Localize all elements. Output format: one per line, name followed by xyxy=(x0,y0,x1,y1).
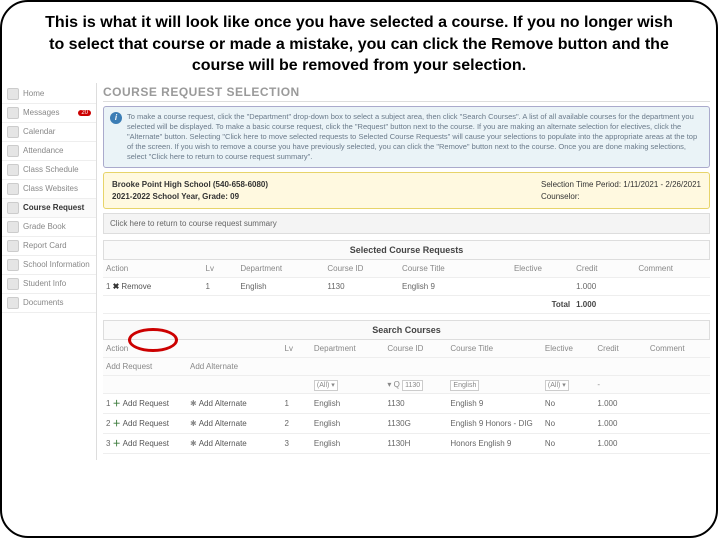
sidebar-item-label: Home xyxy=(23,89,44,98)
sidebar-item-class-schedule[interactable]: Class Schedule xyxy=(2,161,96,180)
col-course_title: Course Title xyxy=(399,260,511,278)
sidebar-item-messages[interactable]: Messages 20 xyxy=(2,104,96,123)
sidebar-icon xyxy=(7,278,19,290)
sidebar-item-student-info[interactable]: Student Info xyxy=(2,275,96,294)
counselor-label: Counselor: xyxy=(541,191,701,202)
star-icon: ✱ xyxy=(190,399,197,408)
return-summary-link[interactable]: Click here to return to course request s… xyxy=(103,213,710,234)
sidebar-item-report-card[interactable]: Report Card xyxy=(2,237,96,256)
sidebar-item-label: Documents xyxy=(23,298,63,307)
col-action: Action xyxy=(103,340,282,358)
add-alternate-button[interactable]: ✱Add Alternate xyxy=(190,439,247,448)
sidebar-item-school-information[interactable]: School Information xyxy=(2,256,96,275)
table-row: 2 ＋Add Request✱Add Alternate2English1130… xyxy=(103,413,710,433)
sidebar-item-calendar[interactable]: Calendar xyxy=(2,123,96,142)
sidebar-item-label: Class Schedule xyxy=(23,165,79,174)
col-department: Department xyxy=(237,260,324,278)
plus-icon: ＋ xyxy=(113,398,121,409)
plus-icon: ＋ xyxy=(113,438,121,449)
col-course_title: Course Title xyxy=(447,340,542,358)
col-comment: Comment xyxy=(635,260,710,278)
star-icon: ✱ xyxy=(190,439,197,448)
total-row: Total1.000 xyxy=(103,295,710,313)
col-comment: Comment xyxy=(647,340,710,358)
sidebar-item-label: Student Info xyxy=(23,279,66,288)
sidebar-icon xyxy=(7,164,19,176)
sidebar-item-label: Attendance xyxy=(23,146,63,155)
add-request-button[interactable]: ＋Add Request xyxy=(113,438,169,449)
sidebar-icon xyxy=(7,145,19,157)
filter-cid-sym[interactable]: ▾ Q xyxy=(387,380,399,389)
table-row: 1 ✖Remove1English1130English 91.000 xyxy=(103,277,710,295)
col-elective: Elective xyxy=(511,260,573,278)
filter-course-id[interactable]: 1130 xyxy=(402,380,423,391)
sidebar-icon xyxy=(7,297,19,309)
col-lv: Lv xyxy=(203,260,238,278)
sidebar-item-grade-book[interactable]: Grade Book xyxy=(2,218,96,237)
sidebar-item-course-request[interactable]: Course Request xyxy=(2,199,96,218)
table-row: 3 ＋Add Request✱Add Alternate3English1130… xyxy=(103,433,710,453)
sidebar-icon xyxy=(7,183,19,195)
filter-department[interactable]: (All) ▾ xyxy=(314,380,338,391)
col-lv: Lv xyxy=(282,340,311,358)
filter-course-title[interactable]: English xyxy=(450,380,479,391)
col-credit: Credit xyxy=(594,340,647,358)
school-year-grade: 2021-2022 School Year, Grade: 09 xyxy=(112,191,268,202)
col-department: Department xyxy=(311,340,385,358)
sidebar-item-label: Class Websites xyxy=(23,184,78,193)
sidebar-item-label: Calendar xyxy=(23,127,55,136)
info-icon: i xyxy=(110,112,122,124)
star-icon: ✱ xyxy=(190,419,197,428)
info-box: i To make a course request, click the "D… xyxy=(103,106,710,169)
col-action: Action xyxy=(103,260,203,278)
remove-button[interactable]: ✖Remove xyxy=(113,282,152,291)
sidebar-item-attendance[interactable]: Attendance xyxy=(2,142,96,161)
sidebar-icon xyxy=(7,107,19,119)
add-alternate-button[interactable]: ✱Add Alternate xyxy=(190,399,247,408)
add-alternate-button[interactable]: ✱Add Alternate xyxy=(190,419,247,428)
sidebar-icon xyxy=(7,240,19,252)
add-request-button[interactable]: ＋Add Request xyxy=(113,398,169,409)
sidebar: Home Messages 20 Calendar Attendance Class Sc… xyxy=(2,83,97,460)
sidebar-item-home[interactable]: Home xyxy=(2,85,96,104)
sidebar-icon xyxy=(7,259,19,271)
x-icon: ✖ xyxy=(113,282,120,291)
col-add-request: Add Request xyxy=(103,357,187,375)
table-row: 1 ＋Add Request✱Add Alternate1English1130… xyxy=(103,393,710,413)
add-request-button[interactable]: ＋Add Request xyxy=(113,418,169,429)
col-credit: Credit xyxy=(573,260,635,278)
selected-requests-table: ActionLvDepartmentCourse IDCourse TitleE… xyxy=(103,260,710,314)
plus-icon: ＋ xyxy=(113,418,121,429)
school-name: Brooke Point High School (540-658-6080) xyxy=(112,179,268,190)
badge: 20 xyxy=(78,110,91,116)
col-add-alternate: Add Alternate xyxy=(187,357,282,375)
filter-elective[interactable]: (All) ▾ xyxy=(545,380,569,391)
search-courses-title: Search Courses xyxy=(103,320,710,340)
sidebar-item-class-websites[interactable]: Class Websites xyxy=(2,180,96,199)
sidebar-icon xyxy=(7,202,19,214)
school-info-box: Brooke Point High School (540-658-6080) … xyxy=(103,172,710,208)
selection-period-value: 1/11/2021 - 2/26/2021 xyxy=(623,180,701,189)
instruction-heading: This is what it will look like once you … xyxy=(2,2,716,83)
sidebar-icon xyxy=(7,221,19,233)
page-title: COURSE REQUEST SELECTION xyxy=(103,83,710,102)
sidebar-item-label: School Information xyxy=(23,260,90,269)
sidebar-icon xyxy=(7,126,19,138)
selection-period-label: Selection Time Period: xyxy=(541,180,621,189)
sidebar-icon xyxy=(7,88,19,100)
info-text: To make a course request, click the "Dep… xyxy=(127,112,703,163)
sidebar-item-label: Report Card xyxy=(23,241,67,250)
sidebar-item-label: Course Request xyxy=(23,203,84,212)
sidebar-item-label: Grade Book xyxy=(23,222,66,231)
sidebar-item-label: Messages xyxy=(23,108,59,117)
search-courses-table: ActionLvDepartmentCourse IDCourse TitleE… xyxy=(103,340,710,454)
col-course_id: Course ID xyxy=(384,340,447,358)
col-elective: Elective xyxy=(542,340,595,358)
selected-requests-title: Selected Course Requests xyxy=(103,240,710,260)
col-course_id: Course ID xyxy=(324,260,399,278)
sidebar-item-documents[interactable]: Documents xyxy=(2,294,96,313)
